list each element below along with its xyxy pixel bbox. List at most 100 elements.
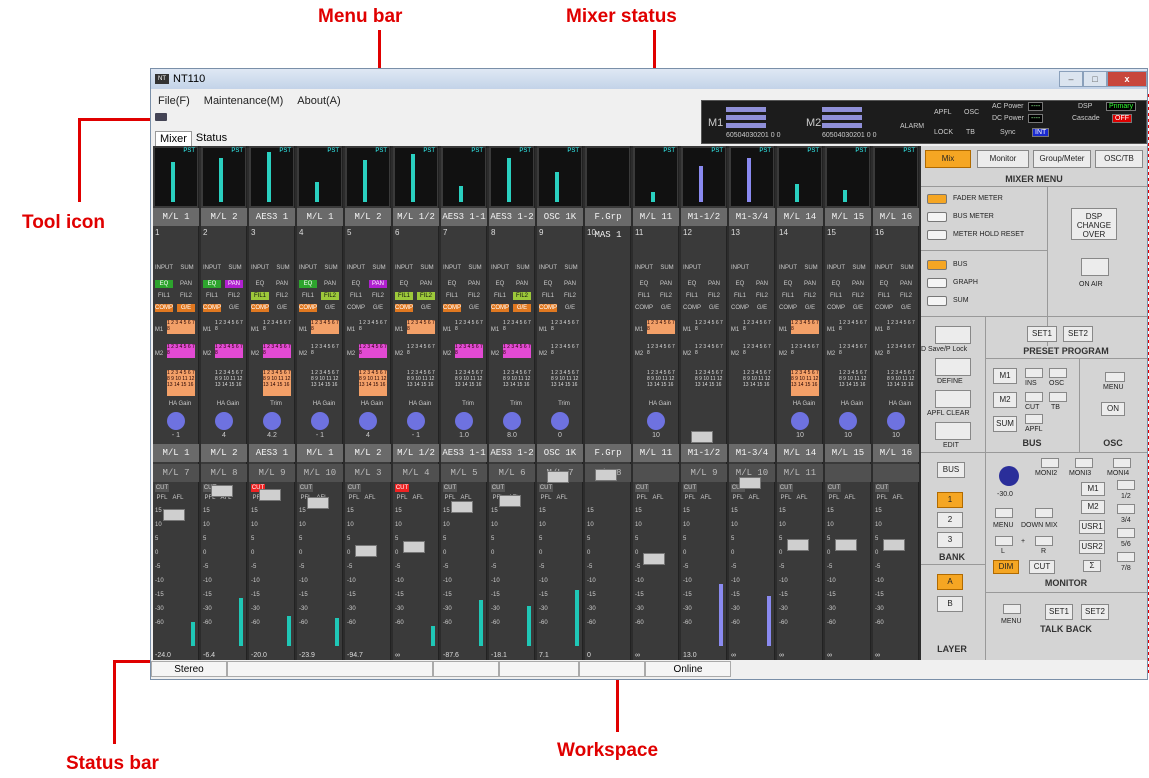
ge-button[interactable]: G/E xyxy=(177,304,195,312)
m2-routing-grid[interactable]: 1 2 3 4 5 6 7 8 xyxy=(503,344,531,358)
fader-handle[interactable] xyxy=(883,539,905,551)
tb-button[interactable] xyxy=(1049,392,1067,402)
fil2-button[interactable]: FIL2 xyxy=(417,292,435,300)
pan-button[interactable]: PAN xyxy=(273,280,291,288)
sum-routing-grid[interactable]: 1 2 3 4 5 6 7 8 9 10 11 12 13 14 15 16 xyxy=(551,370,579,396)
tb-set2-button[interactable]: SET2 xyxy=(1081,604,1109,620)
fil2-button[interactable]: FIL2 xyxy=(705,292,723,300)
pan-button[interactable]: PAN xyxy=(177,280,195,288)
tool-icon[interactable] xyxy=(155,113,167,121)
afl-button[interactable]: AFL xyxy=(747,494,761,502)
pan-button[interactable]: PAN xyxy=(225,280,243,288)
channel-name-mid[interactable]: M/L 14 xyxy=(777,444,823,462)
eq-button[interactable]: EQ xyxy=(875,280,893,288)
afl-button[interactable]: AFL xyxy=(699,494,713,502)
tb-menu-button[interactable] xyxy=(1003,604,1021,614)
m2-routing-grid[interactable]: 1 2 3 4 5 6 7 8 xyxy=(167,344,195,358)
m1-routing-grid[interactable]: 1 2 3 4 5 6 7 8 xyxy=(263,320,291,334)
pan-button[interactable]: PAN xyxy=(561,280,579,288)
eq-button[interactable]: EQ xyxy=(155,280,173,288)
comp-button[interactable]: COMP xyxy=(539,304,557,312)
channel-name-bottom[interactable]: M/L 10 xyxy=(297,464,343,482)
fil2-button[interactable]: FIL2 xyxy=(753,292,771,300)
m2-routing-grid[interactable]: 1 2 3 4 5 6 7 8 xyxy=(743,344,771,358)
moni3-button[interactable] xyxy=(1075,458,1093,468)
afl-button[interactable]: AFL xyxy=(795,494,809,502)
eq-button[interactable]: EQ xyxy=(635,280,653,288)
channel-name-bottom[interactable]: M/L 9 xyxy=(249,464,295,482)
channel-name-mid[interactable]: M1-1/2 xyxy=(681,444,727,462)
fil2-button[interactable]: FIL2 xyxy=(801,292,819,300)
fader-handle[interactable] xyxy=(403,541,425,553)
ge-button[interactable]: G/E xyxy=(657,304,675,312)
sum-routing-grid[interactable]: 1 2 3 4 5 6 7 8 9 10 11 12 13 14 15 16 xyxy=(359,370,387,396)
ge-button[interactable]: G/E xyxy=(369,304,387,312)
fil2-button[interactable]: FIL2 xyxy=(273,292,291,300)
channel-name-top[interactable]: AES3 1-2 xyxy=(489,208,535,226)
preset-set1-button[interactable]: SET1 xyxy=(1027,326,1057,342)
comp-button[interactable]: COMP xyxy=(155,304,173,312)
m1-routing-grid[interactable]: 1 2 3 4 5 6 7 8 xyxy=(311,320,339,334)
channel-name-top[interactable]: M/L 14 xyxy=(777,208,823,226)
sum-button[interactable]: SUM xyxy=(513,264,533,272)
pan-button[interactable]: PAN xyxy=(801,280,819,288)
moni4-button[interactable] xyxy=(1113,458,1131,468)
afl-button[interactable]: AFL xyxy=(411,494,425,502)
sum-button[interactable]: SUM xyxy=(225,264,245,272)
sum-routing-grid[interactable]: 1 2 3 4 5 6 7 8 9 10 11 12 13 14 15 16 xyxy=(455,370,483,396)
input-button[interactable]: INPUT xyxy=(346,264,366,272)
m2-routing-grid[interactable]: 1 2 3 4 5 6 7 8 xyxy=(791,344,819,358)
fil2-button[interactable]: FIL2 xyxy=(321,292,339,300)
cut-button[interactable]: CUT xyxy=(347,484,361,492)
pan-button[interactable]: PAN xyxy=(321,280,339,288)
pfl-button[interactable]: PFL xyxy=(539,494,553,502)
channel-name-top[interactable]: OSC 1K xyxy=(537,208,583,226)
ge-button[interactable]: G/E xyxy=(225,304,243,312)
eq-button[interactable]: EQ xyxy=(443,280,461,288)
layer-a-button[interactable]: A xyxy=(937,574,963,590)
graph-indicator[interactable] xyxy=(927,278,947,288)
menu-file[interactable]: File(F) xyxy=(151,93,197,109)
down-mix-button[interactable] xyxy=(1035,508,1053,518)
d-save-button[interactable] xyxy=(935,326,971,344)
cut-button[interactable]: CUT xyxy=(299,484,313,492)
sum-routing-grid[interactable]: 1 2 3 4 5 6 7 8 9 10 11 12 13 14 15 16 xyxy=(311,370,339,396)
gain-knob[interactable] xyxy=(359,412,377,430)
m2-routing-grid[interactable]: 1 2 3 4 5 6 7 8 xyxy=(455,344,483,358)
channel-name-bottom[interactable]: M/L 3 xyxy=(345,464,391,482)
channel-name-bottom[interactable]: M/L 4 xyxy=(393,464,439,482)
pan-button[interactable]: PAN xyxy=(417,280,435,288)
cut-button[interactable]: CUT xyxy=(443,484,457,492)
channel-name-mid[interactable]: M/L 15 xyxy=(825,444,871,462)
m2-routing-grid[interactable]: 1 2 3 4 5 6 7 8 xyxy=(407,344,435,358)
bank-3-button[interactable]: 3 xyxy=(937,532,963,548)
osc-menu-button[interactable] xyxy=(1105,372,1125,382)
ge-button[interactable]: G/E xyxy=(849,304,867,312)
tab-mix[interactable]: Mix xyxy=(925,150,971,168)
fil2-button[interactable]: FIL2 xyxy=(849,292,867,300)
channel-name-mid[interactable]: M/L 1 xyxy=(153,444,199,462)
channel-name-bottom[interactable]: M/L 8 xyxy=(201,464,247,482)
ge-button[interactable]: G/E xyxy=(753,304,771,312)
fil2-button[interactable]: FIL2 xyxy=(513,292,531,300)
fil1-button[interactable]: FIL1 xyxy=(683,292,701,300)
eq-button[interactable]: EQ xyxy=(347,280,365,288)
usr1-button[interactable]: USR1 xyxy=(1079,520,1105,534)
fader-handle[interactable] xyxy=(835,539,857,551)
sum-button[interactable]: SUM xyxy=(657,264,677,272)
gain-knob[interactable] xyxy=(407,412,425,430)
channel-name-mid[interactable]: M/L 2 xyxy=(201,444,247,462)
cut-button[interactable]: CUT xyxy=(827,484,841,492)
m1-routing-grid[interactable]: 1 2 3 4 5 6 7 8 xyxy=(695,320,723,334)
comp-button[interactable]: COMP xyxy=(347,304,365,312)
fader-handle[interactable] xyxy=(691,431,713,443)
m2-routing-grid[interactable]: 1 2 3 4 5 6 7 8 xyxy=(647,344,675,358)
ratio-12-button[interactable] xyxy=(1117,480,1135,490)
fil1-button[interactable]: FIL1 xyxy=(875,292,893,300)
sum-button[interactable]: SUM xyxy=(801,264,821,272)
channel-name-bottom[interactable]: M/L 11 xyxy=(777,464,823,482)
comp-button[interactable]: COMP xyxy=(203,304,221,312)
sum-indicator[interactable] xyxy=(927,296,947,306)
channel-name-mid[interactable]: OSC 1K xyxy=(537,444,583,462)
dsp-change-over-button[interactable]: DSP CHANGE OVER xyxy=(1071,208,1117,240)
